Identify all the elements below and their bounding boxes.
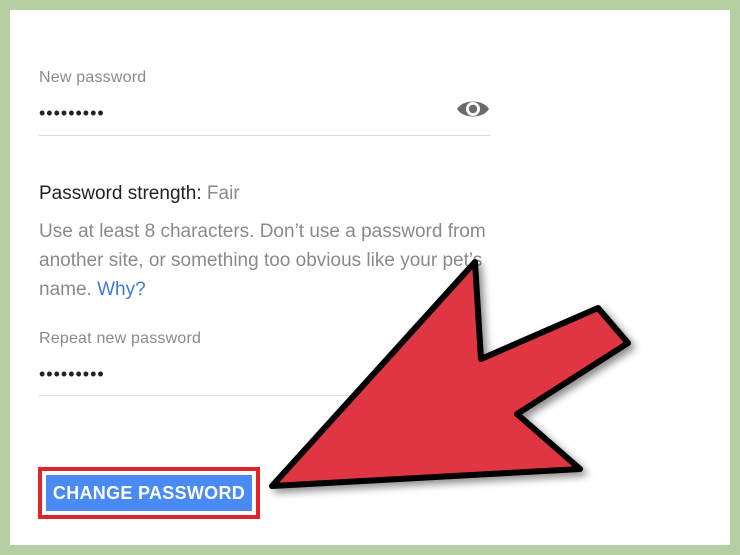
repeat-password-input[interactable]: ••••••••• (39, 364, 105, 385)
eye-icon[interactable] (455, 96, 491, 122)
repeat-password-underline (39, 395, 490, 396)
new-password-label: New password (39, 69, 147, 86)
change-password-button[interactable]: CHANGE PASSWORD (46, 475, 252, 511)
password-strength-label: Password strength: (39, 183, 202, 204)
password-strength-value: Fair (206, 183, 240, 204)
repeat-password-label: Repeat new password (39, 330, 202, 347)
change-password-panel: New password ••••••••• Password strength… (10, 10, 730, 545)
password-help-text: Use at least 8 characters. Don’t use a p… (39, 217, 499, 304)
new-password-underline (39, 135, 490, 136)
password-strength: Password strength: Fair (39, 183, 240, 205)
why-link[interactable]: Why? (97, 279, 146, 300)
new-password-input[interactable]: ••••••••• (39, 103, 105, 124)
